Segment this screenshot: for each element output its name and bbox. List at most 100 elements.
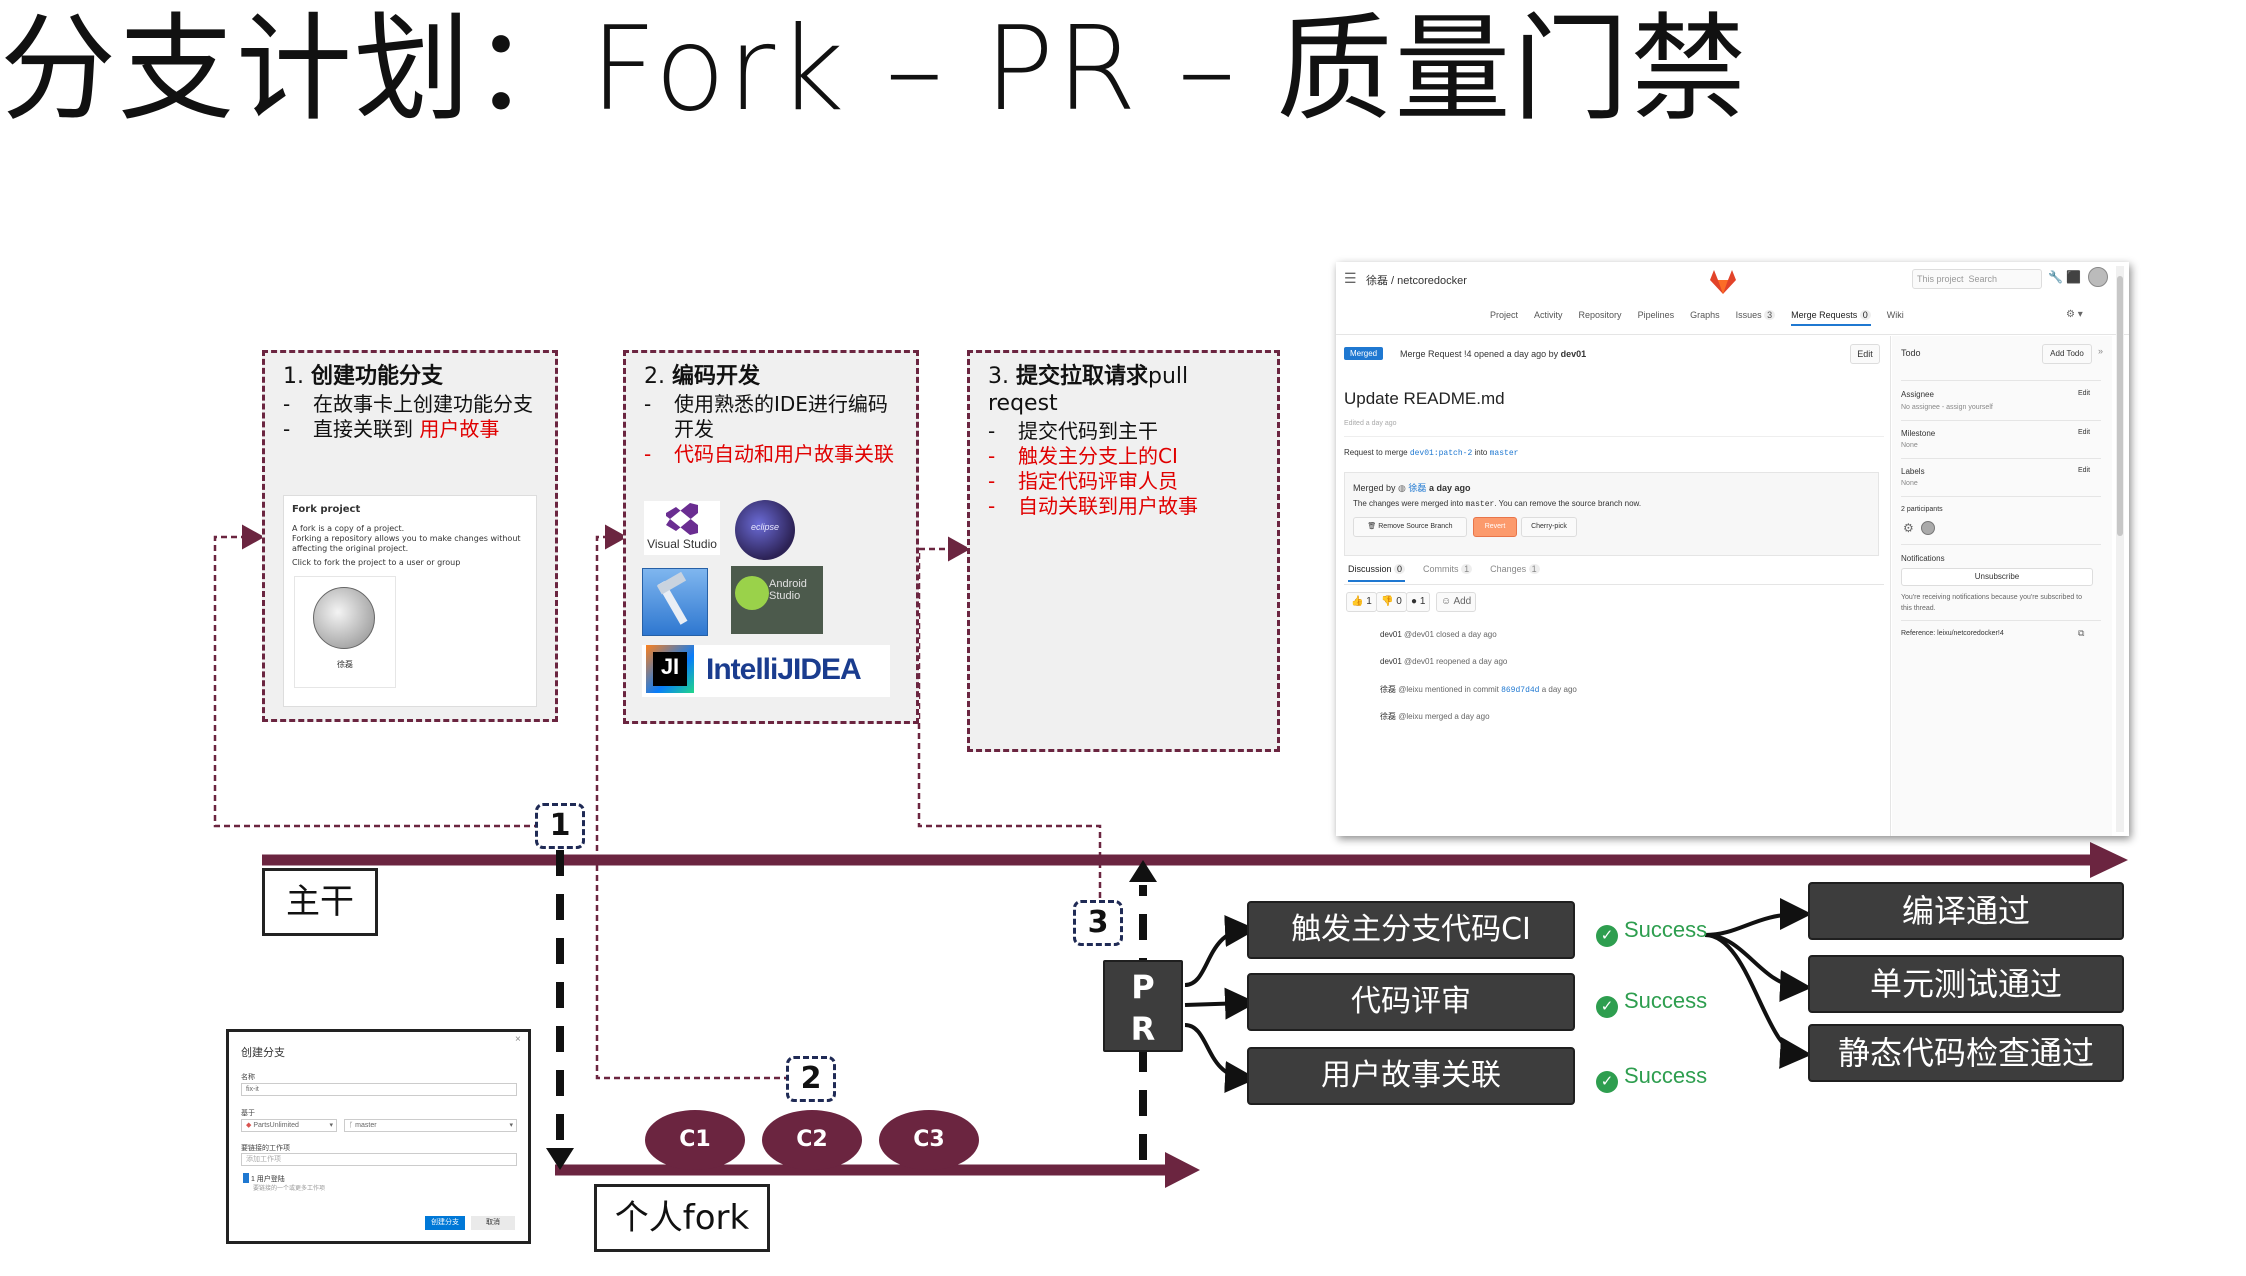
reaction-thumbs-up[interactable]: 👍 1: [1346, 592, 1377, 612]
nav-graphs[interactable]: Graphs: [1690, 310, 1720, 326]
step-2-heading: 2. 编码开发: [644, 363, 902, 390]
trunk-label: 主干: [262, 868, 378, 936]
nav-pipelines[interactable]: Pipelines: [1638, 310, 1675, 326]
remove-source-branch-label: Remove Source Branch: [1378, 523, 1453, 530]
nav-wiki[interactable]: Wiki: [1887, 310, 1904, 326]
nav-issues[interactable]: Issues 3: [1736, 310, 1776, 326]
step-3-bullet-red: 指定代码评审人员: [988, 469, 1263, 494]
milestone-edit-link[interactable]: Edit: [2078, 429, 2090, 436]
android-studio-logo: Android Studio: [731, 566, 823, 634]
commit-node[interactable]: C1: [645, 1110, 745, 1170]
fork-card-line1: A fork is a copy of a project.: [292, 524, 405, 533]
fork-arrowhead: [1165, 1152, 1200, 1188]
reference-label: Reference: leixu/netcoredocker!4: [1901, 630, 2004, 637]
step-3-heading-number: 3.: [988, 364, 1016, 389]
commit-node[interactable]: C2: [762, 1110, 862, 1170]
repo-value: PartsUnlimited: [253, 1122, 299, 1129]
cancel-button[interactable]: 取消: [471, 1216, 515, 1230]
source-branch[interactable]: dev01:patch-2: [1410, 449, 1472, 458]
fork-target-tile[interactable]: 徐磊: [294, 576, 396, 688]
success-status: ✓ Success: [1596, 917, 1707, 947]
search-placeholder: Search: [1968, 274, 1998, 284]
activity-user[interactable]: 徐磊: [1380, 712, 1396, 721]
gitlab-logo-icon[interactable]: [1708, 268, 1738, 296]
step-number-2: 2: [786, 1056, 836, 1102]
settings-gear-icon[interactable]: ⚙ ▾: [2066, 309, 2083, 320]
repo-select[interactable]: ◆ PartsUnlimited ▾: [241, 1119, 337, 1132]
step-3-box: 3. 提交拉取请求pull reqest 提交代码到主干 触发主分支上的CI 指…: [967, 350, 1280, 752]
nav-merge-requests-count: 0: [1859, 310, 1871, 320]
work-item-label: 要链接的工作项: [241, 1145, 290, 1152]
step-1-bullet-text: 直接关联到: [313, 417, 420, 441]
assignee-value[interactable]: No assignee - assign yourself: [1901, 404, 1993, 411]
reaction-count: 0: [1396, 596, 1402, 607]
activity-item: 徐磊 @leixu mentioned in commit 869d7d4d a…: [1380, 684, 1577, 695]
fork-card-line2: Forking a repository allows you to make …: [292, 534, 521, 553]
merged-note-b: . You can remove the source branch now.: [1494, 499, 1642, 508]
close-icon[interactable]: ×: [515, 1034, 521, 1045]
cherry-pick-button[interactable]: Cherry-pick: [1521, 517, 1577, 537]
add-reaction-label: Add: [1453, 596, 1472, 607]
participants-label: 2 participants: [1901, 506, 1943, 513]
activity-user[interactable]: dev01: [1380, 657, 1402, 666]
menu-icon[interactable]: ☰: [1344, 270, 1357, 287]
breadcrumb[interactable]: 徐磊 / netcoredocker: [1366, 272, 1467, 288]
work-item-input[interactable]: 添加工作项: [241, 1153, 517, 1166]
assignee-edit-link[interactable]: Edit: [2078, 390, 2090, 397]
nav-repository[interactable]: Repository: [1579, 310, 1622, 326]
emoji-icon: ●: [1411, 596, 1418, 607]
commit-link[interactable]: 869d7d4d: [1501, 686, 1539, 695]
merged-by: Merged by ◍ 徐磊 a day ago: [1353, 481, 1470, 494]
mr-author[interactable]: dev01: [1561, 349, 1587, 359]
sidebar-todo-label: Todo: [1901, 348, 1921, 358]
step-3-bullet-red: 自动关联到用户故事: [988, 494, 1263, 519]
reaction-emoji[interactable]: ● 1: [1406, 592, 1431, 612]
participant-avatar[interactable]: [1921, 521, 1935, 535]
target-branch[interactable]: master: [1490, 449, 1519, 458]
request-prefix: Request to merge: [1344, 448, 1408, 457]
remove-source-branch-button[interactable]: 🗑 Remove Source Branch: [1353, 517, 1467, 537]
nav-activity[interactable]: Activity: [1534, 310, 1563, 326]
edit-button[interactable]: Edit: [1850, 344, 1880, 364]
fork-card-line3: Click to fork the project to a user or g…: [292, 558, 461, 567]
create-branch-button[interactable]: 创建分支: [425, 1216, 465, 1230]
collapse-sidebar-icon[interactable]: »: [2098, 346, 2103, 356]
commit-node[interactable]: C3: [879, 1110, 979, 1170]
activity-text: @dev01 reopened a day ago: [1404, 657, 1508, 666]
fork-project-card: Fork project A fork is a copy of a proje…: [283, 495, 537, 707]
add-reaction-button[interactable]: ☺ Add: [1436, 592, 1477, 612]
reaction-thumbs-down[interactable]: 👎 0: [1376, 592, 1407, 612]
scrollbar[interactable]: [2116, 266, 2124, 832]
branch-name-input[interactable]: fix-it: [241, 1083, 517, 1096]
check-circle-icon: ✓: [1596, 1071, 1618, 1093]
activity-user[interactable]: dev01: [1380, 630, 1402, 639]
tab-discussion[interactable]: Discussion 0: [1348, 564, 1406, 582]
pr-letter-p: P: [1131, 968, 1155, 1006]
activity-user[interactable]: 徐磊: [1380, 685, 1396, 694]
branch-select[interactable]: ᚴ master ▾: [344, 1119, 517, 1132]
based-on-label: 基于: [241, 1110, 255, 1117]
tab-commits[interactable]: Commits 1: [1423, 564, 1473, 582]
add-todo-button[interactable]: Add Todo: [2042, 344, 2092, 364]
revert-button[interactable]: Revert: [1473, 517, 1517, 537]
fork-card-title: Fork project: [292, 504, 361, 515]
tab-changes[interactable]: Changes 1: [1490, 564, 1540, 582]
user-avatar[interactable]: [2088, 267, 2108, 287]
wrench-icon[interactable]: 🔧: [2048, 270, 2063, 284]
copy-icon[interactable]: ⧉: [2078, 628, 2084, 639]
tab-changes-label: Changes: [1490, 564, 1527, 574]
step-2-bullet: 使用熟悉的IDE进行编码开发: [644, 392, 902, 442]
merged-by-user[interactable]: 徐磊: [1408, 483, 1426, 493]
participant-avatar[interactable]: ⚙: [1903, 521, 1914, 535]
name-label: 名称: [241, 1074, 255, 1081]
nav-merge-requests[interactable]: Merge Requests 0: [1791, 310, 1871, 326]
tab-commits-count: 1: [1461, 564, 1473, 574]
unsubscribe-button[interactable]: Unsubscribe: [1901, 568, 2093, 586]
visual-studio-logo: Visual Studio: [644, 501, 720, 555]
labels-edit-link[interactable]: Edit: [2078, 467, 2090, 474]
activity-item: dev01 @dev01 closed a day ago: [1380, 630, 1497, 639]
todo-icon[interactable]: ⬛: [2066, 270, 2081, 284]
nav-project[interactable]: Project: [1490, 310, 1518, 326]
merged-by-avatar-icon: ◍: [1398, 483, 1406, 493]
search-input[interactable]: This project Search: [1912, 269, 2042, 289]
